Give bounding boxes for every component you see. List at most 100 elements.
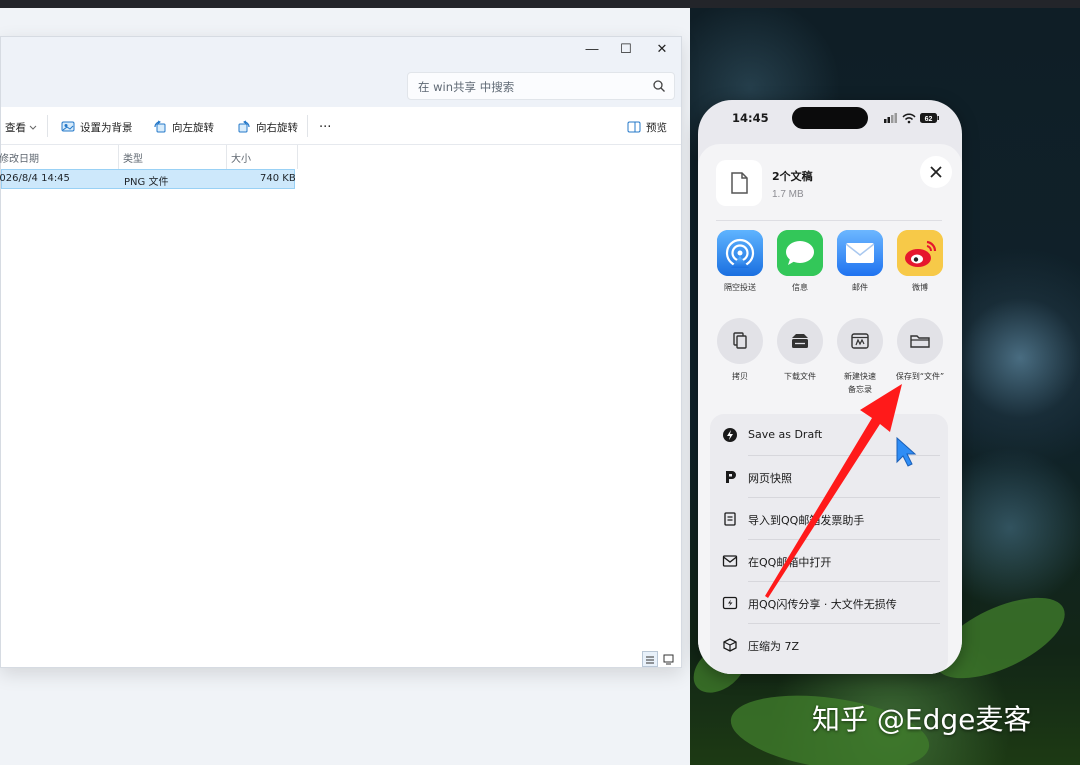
table-row-selected[interactable]: 2026/8/4 14:45 PNG 文件 740 KB: [0, 169, 296, 189]
details-view-button[interactable]: [642, 651, 658, 667]
share-action-download-file[interactable]: [777, 318, 823, 364]
search-icon: [653, 80, 665, 92]
document-thumbnail: [716, 160, 762, 206]
share-app-label: 微博: [912, 283, 928, 292]
set-background-label: 设置为背景: [80, 121, 133, 134]
menu-item-label: 压缩为 7Z: [748, 640, 800, 653]
menu-item-web-snapshot[interactable]: 网页快照: [710, 456, 948, 497]
preview-pane-icon: [627, 121, 641, 133]
share-sheet: 2个文稿 1.7 MB 隔空投送 信息 邮件 微博 拷贝 下载文件 新建快速 备…: [698, 144, 962, 674]
toolbar-divider: [47, 115, 48, 137]
share-action-save-to-files[interactable]: [897, 318, 943, 364]
envelope-icon: [722, 555, 738, 567]
menu-item-label: 用QQ闪传分享 · 大文件无损传: [748, 598, 897, 611]
preview-pane-button[interactable]: 预览: [627, 118, 667, 136]
battery-level: 62: [925, 116, 933, 123]
share-title: 2个文稿: [772, 170, 813, 183]
status-icons: 62: [884, 113, 939, 124]
document-icon: [731, 172, 748, 194]
column-divider[interactable]: [226, 145, 227, 169]
chevron-down-icon: [29, 125, 37, 130]
tiles-view-button[interactable]: [661, 651, 677, 667]
download-drive-icon: [792, 334, 808, 348]
share-app-weibo[interactable]: [897, 230, 943, 276]
close-icon: [930, 166, 942, 178]
share-action-copy[interactable]: [717, 318, 763, 364]
top-strip: [0, 0, 1080, 8]
rotate-left-button[interactable]: 向左旋转: [153, 118, 214, 136]
menu-item-save-as-draft[interactable]: Save as Draft: [710, 414, 948, 455]
menu-item-qq-flash-share[interactable]: 用QQ闪传分享 · 大文件无损传: [710, 582, 948, 623]
menu-item-label: 网页快照: [748, 472, 792, 485]
share-action-quick-note[interactable]: [837, 318, 883, 364]
copy-icon: [733, 332, 747, 349]
folder-icon: [910, 335, 930, 348]
share-action-label: 下载文件: [784, 372, 816, 381]
share-app-label: 信息: [792, 283, 808, 292]
more-options-button[interactable]: ···: [319, 118, 331, 136]
share-action-label-line1: 新建快速: [844, 372, 876, 381]
bolt-icon: [723, 428, 737, 442]
column-header-size[interactable]: 大小: [231, 150, 251, 165]
divider: [716, 220, 942, 221]
archive-icon: [723, 638, 737, 652]
menu-item-label: 在QQ邮箱中打开: [748, 556, 832, 569]
view-label: 查看: [5, 121, 26, 134]
close-button[interactable]: ✕: [649, 39, 675, 59]
file-modified-date: 2026/8/4 14:45: [0, 173, 70, 184]
column-header-type[interactable]: 类型: [123, 150, 143, 165]
menu-item-label: 导入到QQ邮箱发票助手: [748, 514, 865, 527]
status-time: 14:45: [732, 111, 769, 125]
column-divider[interactable]: [297, 145, 298, 169]
invoice-icon: [724, 512, 736, 526]
file-size: 740 KB: [260, 173, 296, 184]
set-background-button[interactable]: 设置为背景: [61, 118, 133, 136]
share-action-list: Save as Draft 网页快照 导入到QQ邮箱发票助手 在QQ邮箱中打开 …: [710, 414, 948, 674]
messages-icon: [777, 230, 823, 276]
iphone-mirror-window: 14:45 62 2个文稿 1.7 MB 隔空投送 信息 邮件 微博 拷贝 下载…: [698, 100, 962, 674]
toolbar-divider: [307, 115, 308, 137]
dynamic-island: [792, 107, 868, 129]
share-app-label: 隔空投送: [724, 283, 756, 292]
menu-item-label: Save as Draft: [748, 428, 823, 441]
preview-label: 预览: [646, 121, 667, 134]
menu-item-open-in-qq-mail[interactable]: 在QQ邮箱中打开: [710, 540, 948, 581]
rotate-left-icon: [154, 120, 166, 133]
rotate-right-icon: [238, 120, 250, 133]
menu-item-compress-7z[interactable]: 压缩为 7Z: [710, 624, 948, 665]
file-explorer-window: — ☐ ✕ 在 win共享 中搜索 查看 设置为背景 向左旋转 向右旋转 ···…: [0, 36, 682, 668]
file-type: PNG 文件: [124, 177, 169, 188]
wallpaper-icon: [61, 121, 75, 132]
share-app-messages[interactable]: [777, 230, 823, 276]
column-header-modified[interactable]: 修改日期: [0, 150, 39, 165]
search-input[interactable]: 在 win共享 中搜索: [407, 72, 675, 100]
close-share-sheet-button[interactable]: [920, 156, 952, 188]
share-app-label: 邮件: [852, 283, 868, 292]
minimize-button[interactable]: —: [579, 39, 605, 59]
rotate-left-label: 向左旋转: [172, 121, 214, 134]
maximize-button[interactable]: ☐: [613, 39, 639, 59]
share-action-label: 拷贝: [732, 372, 748, 381]
flash-folder-icon: [722, 596, 738, 610]
share-action-label-line2: 备忘录: [848, 385, 872, 394]
command-bar: 查看 设置为背景 向左旋转 向右旋转 ··· 预览: [1, 107, 681, 145]
search-placeholder: 在 win共享 中搜索: [418, 80, 515, 94]
address-bar-area: 在 win共享 中搜索: [1, 61, 681, 107]
share-app-airdrop[interactable]: [717, 230, 763, 276]
column-divider[interactable]: [118, 145, 119, 169]
share-app-mail[interactable]: [837, 230, 883, 276]
rotate-right-button[interactable]: 向右旋转: [237, 118, 298, 136]
view-menu-button[interactable]: 查看: [5, 118, 37, 136]
weibo-icon: [897, 230, 943, 276]
watermark: 知乎 @Edge麦客: [812, 703, 1032, 736]
share-action-label: 保存到“文件”: [895, 372, 945, 381]
details-view-icon: [646, 656, 654, 664]
tiles-view-icon: [663, 654, 674, 665]
menu-item-import-invoice[interactable]: 导入到QQ邮箱发票助手: [710, 498, 948, 539]
airdrop-icon: [717, 230, 763, 276]
share-action-label: 新建快速 备忘录: [827, 370, 893, 396]
rotate-right-label: 向右旋转: [256, 121, 298, 134]
share-size: 1.7 MB: [772, 189, 804, 200]
quick-note-icon: [851, 333, 869, 349]
title-bar: — ☐ ✕: [1, 37, 681, 61]
